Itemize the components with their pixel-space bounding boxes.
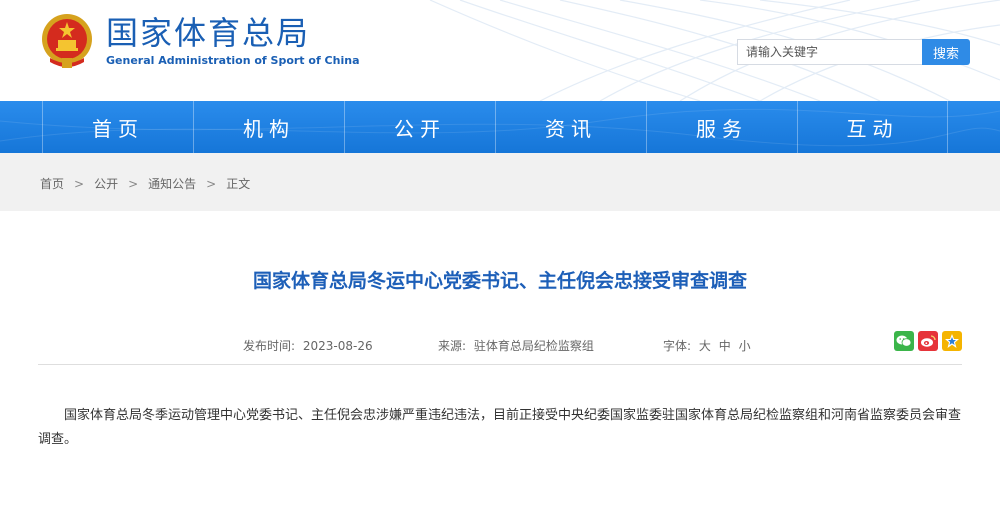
article-source: 来源: 驻体育总局纪检监察组 [438,337,594,354]
favorite-star-icon[interactable] [942,331,962,351]
source-value: 驻体育总局纪检监察组 [473,339,594,353]
share-buttons [894,331,962,351]
breadcrumb-band: 首页 > 公开 > 通知公告 > 正文 [0,153,1000,211]
breadcrumb-current: 正文 [226,177,251,191]
breadcrumb-separator: > [74,176,85,191]
main-nav: 首页 机构 公开 资讯 服务 互动 [0,101,1000,153]
article-meta: 发布时间: 2023-08-26 来源: 驻体育总局纪检监察组 字体: 大 中 … [38,331,962,365]
weibo-share-icon[interactable] [918,331,938,351]
breadcrumb-notices[interactable]: 通知公告 [148,175,196,192]
breadcrumb-home[interactable]: 首页 [40,175,64,192]
font-size-medium[interactable]: 中 [719,339,731,353]
national-emblem-icon [42,14,92,68]
breadcrumb-separator: > [128,176,139,191]
breadcrumb: 首页 > 公开 > 通知公告 > 正文 [40,175,1000,192]
nav-item-organization[interactable]: 机构 [193,101,344,153]
site-title-en: General Administration of Sport of China [106,54,360,67]
nav-item-home[interactable]: 首页 [42,101,193,153]
nav-item-public[interactable]: 公开 [344,101,495,153]
breadcrumb-public[interactable]: 公开 [94,175,118,192]
search-button[interactable]: 搜索 [922,39,970,65]
font-size-controls: 字体: 大 中 小 [663,337,755,354]
article-title: 国家体育总局冬运中心党委书记、主任倪会忠接受审查调查 [252,270,747,292]
nav-item-news[interactable]: 资讯 [495,101,646,153]
publish-date-label: 发布时间: [243,339,296,353]
search-input[interactable] [737,39,922,65]
site-title-cn: 国家体育总局 [106,14,311,52]
publish-date-value: 2023-08-26 [302,339,373,353]
site-logo[interactable]: 国家体育总局 General Administration of Sport o… [40,12,360,70]
font-size-large[interactable]: 大 [699,339,711,353]
search-box: 搜索 [737,39,970,65]
wechat-share-icon[interactable] [894,331,914,351]
publish-date: 发布时间: 2023-08-26 [243,337,373,354]
breadcrumb-separator: > [206,176,217,191]
site-header: 国家体育总局 General Administration of Sport o… [0,0,1000,101]
nav-item-services[interactable]: 服务 [646,101,797,153]
source-label: 来源: [438,339,467,353]
article-body: 国家体育总局冬季运动管理中心党委书记、主任倪会忠涉嫌严重违纪违法，目前正接受中央… [38,408,962,447]
font-size-label: 字体: [663,339,692,353]
nav-item-interaction[interactable]: 互动 [797,101,948,153]
font-size-small[interactable]: 小 [739,339,751,353]
